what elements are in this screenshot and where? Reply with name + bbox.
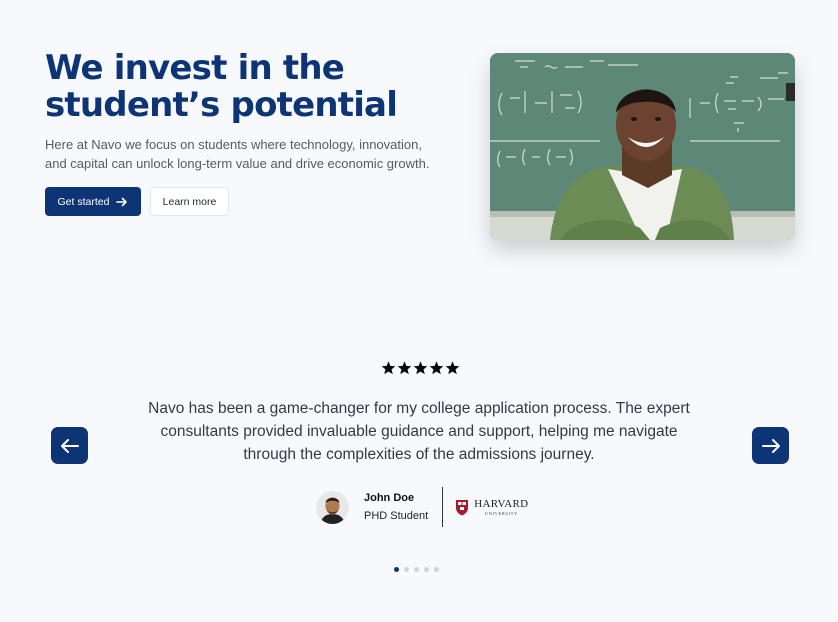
hero-title-line2: student’s potential bbox=[45, 85, 398, 125]
author-name: John Doe bbox=[364, 492, 415, 504]
star-icon bbox=[397, 361, 412, 375]
star-icon bbox=[445, 361, 460, 375]
carousel-dot[interactable] bbox=[424, 567, 429, 572]
hero-actions: Get started Learn more bbox=[45, 187, 445, 216]
carousel-dot[interactable] bbox=[394, 567, 399, 572]
arrow-right-icon bbox=[761, 438, 780, 453]
university-name: HARVARD bbox=[474, 497, 529, 510]
carousel-dot[interactable] bbox=[434, 567, 439, 572]
get-started-label: Get started bbox=[57, 195, 110, 208]
hero-title: We invest in the student’s potential bbox=[45, 50, 445, 124]
avatar bbox=[316, 490, 349, 524]
star-icon bbox=[381, 361, 396, 375]
rating-stars bbox=[381, 361, 460, 375]
author-info: John Doe PHD Student bbox=[364, 490, 428, 524]
hero-image bbox=[490, 53, 795, 240]
testimonial-author: John Doe PHD Student HARVARD UNIVERSITY bbox=[316, 487, 528, 527]
author-role: PHD Student bbox=[364, 510, 429, 522]
hero-section: We invest in the student’s potential Her… bbox=[45, 50, 445, 216]
get-started-button[interactable]: Get started bbox=[45, 187, 141, 216]
carousel-next-button[interactable] bbox=[752, 427, 789, 464]
carousel-dots bbox=[394, 567, 439, 572]
arrow-right-icon bbox=[116, 197, 128, 206]
author-divider bbox=[442, 487, 444, 527]
learn-more-button[interactable]: Learn more bbox=[150, 187, 229, 216]
hero-description: Here at Navo we focus on students where … bbox=[45, 137, 430, 171]
university-sub: UNIVERSITY bbox=[484, 510, 518, 516]
arrow-left-icon bbox=[60, 438, 79, 453]
university-logo: HARVARD UNIVERSITY bbox=[455, 497, 529, 516]
hero-title-line1: We invest in the bbox=[45, 48, 345, 88]
star-icon bbox=[429, 361, 444, 375]
carousel-prev-button[interactable] bbox=[51, 427, 88, 464]
carousel-dot[interactable] bbox=[404, 567, 409, 572]
testimonial-quote: Navo has been a game-changer for my coll… bbox=[148, 400, 690, 463]
shield-icon bbox=[456, 499, 469, 515]
star-icon bbox=[413, 361, 428, 375]
carousel-dot[interactable] bbox=[414, 567, 419, 572]
